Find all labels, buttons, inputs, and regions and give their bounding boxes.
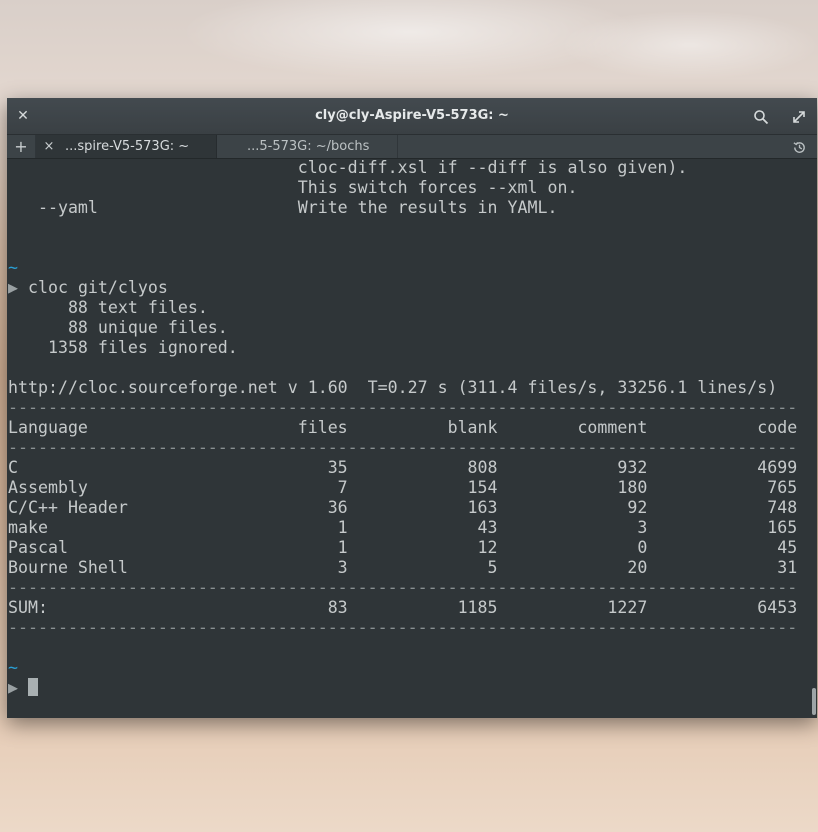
terminal-line: http://cloc.sourceforge.net v 1.60 T=0.2… (8, 378, 778, 397)
search-icon[interactable] (749, 98, 773, 134)
terminal-line: make 1 43 3 165 (8, 518, 798, 537)
prompt-arrow-icon: ▶ (8, 278, 18, 297)
terminal-line: --yaml Write the results in YAML. (8, 198, 558, 217)
background-cloud (560, 10, 818, 80)
scrollbar[interactable] (812, 688, 816, 715)
terminal-output[interactable]: cloc-diff.xsl if --diff is also given). … (7, 158, 817, 718)
new-tab-button[interactable]: + (7, 135, 36, 158)
tab-home[interactable]: × ...spire-V5-573G: ~ (36, 135, 217, 158)
tab-label: ...5-573G: ~/bochs (247, 139, 370, 154)
terminal-line: Language files blank comment code (8, 418, 798, 437)
terminal-line: ~ (8, 258, 18, 277)
terminal-line: Bourne Shell 3 5 20 31 (8, 558, 798, 577)
terminal-line: ----------------------------------------… (8, 438, 798, 457)
terminal-line: This switch forces --xml on. (8, 178, 578, 197)
tab-bar: + × ...spire-V5-573G: ~ ...5-573G: ~/boc… (7, 134, 817, 159)
tab-bochs[interactable]: ...5-573G: ~/bochs (217, 135, 398, 158)
terminal-line: C 35 808 932 4699 (8, 458, 798, 477)
prompt-arrow-icon: ▶ (8, 678, 18, 697)
close-tab-icon[interactable]: × (42, 135, 56, 158)
terminal-line: 1358 files ignored. (8, 338, 238, 357)
terminal-line: ----------------------------------------… (8, 578, 798, 597)
terminal-line: 88 unique files. (8, 318, 228, 337)
terminal-line: Assembly 7 154 180 765 (8, 478, 798, 497)
tab-label: ...spire-V5-573G: ~ (65, 139, 190, 154)
title-bar[interactable]: ✕ cly@cly-Aspire-V5-573G: ~ (7, 98, 817, 134)
terminal-line: ----------------------------------------… (8, 398, 798, 417)
window-title: cly@cly-Aspire-V5-573G: ~ (315, 108, 509, 123)
terminal-line: C/C++ Header 36 163 92 748 (8, 498, 798, 517)
terminal-line: ▶ (7, 678, 817, 698)
terminal-window: ✕ cly@cly-Aspire-V5-573G: ~ + × ...spire… (7, 98, 817, 718)
terminal-line: Pascal 1 12 0 45 (8, 538, 798, 557)
text-cursor (28, 678, 38, 696)
terminal-line: 88 text files. (8, 298, 208, 317)
terminal-line: SUM: 83 1185 1227 6453 (8, 598, 798, 617)
terminal-line: ~ (8, 658, 18, 677)
terminal-line: cloc-diff.xsl if --diff is also given). (8, 158, 688, 177)
history-icon[interactable] (789, 135, 809, 158)
terminal-line: ▶ cloc git/clyos (8, 278, 168, 297)
maximize-icon[interactable] (787, 98, 811, 134)
terminal-line: ----------------------------------------… (8, 618, 798, 637)
background-sand (0, 720, 818, 832)
